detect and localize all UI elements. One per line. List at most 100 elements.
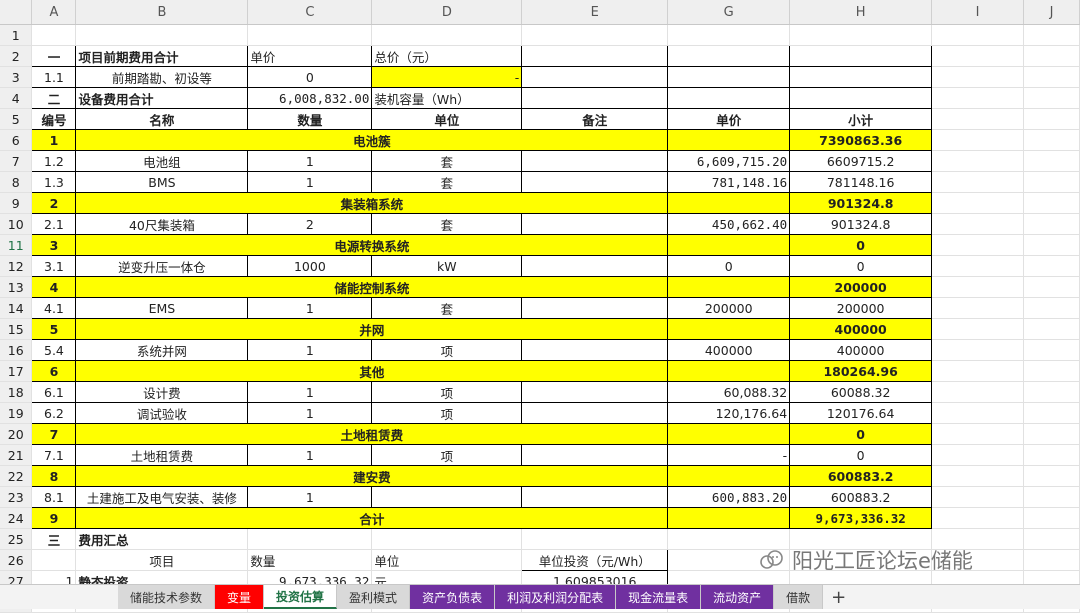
cell[interactable]: 6.2 bbox=[31, 402, 77, 424]
cell[interactable] bbox=[667, 360, 791, 382]
cell[interactable] bbox=[1023, 87, 1080, 109]
row-header-17[interactable]: 17 bbox=[0, 360, 33, 382]
cell[interactable] bbox=[31, 24, 77, 46]
cell[interactable]: 180264.96 bbox=[789, 360, 933, 382]
cell[interactable] bbox=[931, 339, 1024, 361]
cell[interactable]: 60,088.32 bbox=[667, 381, 791, 403]
cell[interactable]: 200000 bbox=[789, 297, 933, 319]
cell[interactable]: 编号 bbox=[31, 108, 77, 130]
cell[interactable] bbox=[1023, 24, 1080, 46]
column-header-j[interactable]: J bbox=[1023, 0, 1080, 25]
cell[interactable]: 调试验收 bbox=[75, 402, 249, 424]
row-header-6[interactable]: 6 bbox=[0, 129, 33, 151]
cell[interactable]: 1.3 bbox=[31, 171, 77, 193]
cell[interactable]: 项目 bbox=[75, 549, 249, 571]
cell[interactable]: 套 bbox=[371, 150, 523, 172]
add-sheet-icon[interactable]: + bbox=[823, 585, 854, 609]
cell[interactable]: 装机容量（Wh） bbox=[371, 87, 523, 109]
cell[interactable]: 单价 bbox=[667, 108, 791, 130]
cell[interactable] bbox=[667, 87, 791, 109]
cell[interactable]: 9,673,336.32 bbox=[789, 507, 933, 529]
row-header-1[interactable]: 1 bbox=[0, 24, 33, 46]
cell[interactable]: 7 bbox=[31, 423, 77, 445]
row-header-22[interactable]: 22 bbox=[0, 465, 33, 487]
cell[interactable]: 备注 bbox=[521, 108, 669, 130]
cell[interactable]: 套 bbox=[371, 297, 523, 319]
cell[interactable] bbox=[1023, 297, 1080, 319]
cell[interactable]: 电池组 bbox=[75, 150, 249, 172]
row-header-11[interactable]: 11 bbox=[0, 234, 33, 256]
cell[interactable]: 前期踏勘、初设等 bbox=[75, 66, 249, 88]
cell[interactable]: 0 bbox=[789, 234, 933, 256]
cell[interactable] bbox=[1023, 423, 1080, 445]
cell[interactable] bbox=[247, 528, 373, 550]
cell[interactable] bbox=[521, 444, 669, 466]
cell[interactable] bbox=[1023, 507, 1080, 529]
cell[interactable]: 数量 bbox=[247, 549, 373, 571]
sheet-tab-5[interactable]: 利润及利润分配表 bbox=[495, 585, 617, 609]
cell[interactable] bbox=[667, 192, 791, 214]
row-header-26[interactable]: 26 bbox=[0, 549, 33, 571]
cell[interactable]: 土地租赁费 bbox=[75, 423, 669, 445]
row-header-23[interactable]: 23 bbox=[0, 486, 33, 508]
cell[interactable]: 总价（元） bbox=[371, 45, 523, 67]
cell[interactable]: 1 bbox=[247, 486, 373, 508]
cell[interactable] bbox=[1023, 255, 1080, 277]
cell[interactable] bbox=[1023, 171, 1080, 193]
cell[interactable] bbox=[521, 255, 669, 277]
cell[interactable]: 电池簇 bbox=[75, 129, 669, 151]
cell[interactable]: 1 bbox=[247, 150, 373, 172]
cell[interactable]: 0 bbox=[247, 66, 373, 88]
cell[interactable] bbox=[31, 549, 77, 571]
cell[interactable]: 储能控制系统 bbox=[75, 276, 669, 298]
cell[interactable] bbox=[931, 213, 1024, 235]
cell[interactable]: 套 bbox=[371, 213, 523, 235]
cell[interactable]: 套 bbox=[371, 171, 523, 193]
cell[interactable]: 电源转换系统 bbox=[75, 234, 669, 256]
row-header-7[interactable]: 7 bbox=[0, 150, 33, 172]
cell[interactable]: 项目前期费用合计 bbox=[75, 45, 249, 67]
cell[interactable] bbox=[1023, 234, 1080, 256]
cell[interactable] bbox=[521, 381, 669, 403]
cell[interactable]: 901324.8 bbox=[789, 192, 933, 214]
cell[interactable] bbox=[931, 150, 1024, 172]
sheet-tab-4[interactable]: 资产负债表 bbox=[410, 585, 496, 609]
cell[interactable]: 1 bbox=[247, 402, 373, 424]
cell[interactable] bbox=[931, 234, 1024, 256]
cell[interactable] bbox=[1023, 465, 1080, 487]
cell[interactable]: 5.4 bbox=[31, 339, 77, 361]
cell[interactable]: 数量 bbox=[247, 108, 373, 130]
cell[interactable]: 3.1 bbox=[31, 255, 77, 277]
cell[interactable] bbox=[521, 45, 669, 67]
cell[interactable]: 单位投资（元/Wh） bbox=[521, 549, 669, 571]
sheet-tab-2[interactable]: 投资估算 bbox=[264, 585, 338, 609]
cell[interactable]: 项 bbox=[371, 339, 523, 361]
cell[interactable]: - bbox=[371, 66, 523, 88]
cell[interactable]: 1 bbox=[247, 339, 373, 361]
cell[interactable]: 400000 bbox=[789, 318, 933, 340]
cell[interactable] bbox=[521, 87, 669, 109]
sheet-tab-3[interactable]: 盈利模式 bbox=[337, 585, 411, 609]
cell[interactable]: 项 bbox=[371, 381, 523, 403]
cell[interactable]: 土建施工及电气安装、装修 bbox=[75, 486, 249, 508]
cell[interactable]: 6,008,832.00 bbox=[247, 87, 373, 109]
cell[interactable] bbox=[667, 318, 791, 340]
cell[interactable]: 7390863.36 bbox=[789, 129, 933, 151]
cell[interactable]: 1 bbox=[31, 129, 77, 151]
cell[interactable]: 901324.8 bbox=[789, 213, 933, 235]
cell[interactable]: 土地租赁费 bbox=[75, 444, 249, 466]
cell[interactable]: kW bbox=[371, 255, 523, 277]
row-header-24[interactable]: 24 bbox=[0, 507, 33, 529]
cell[interactable] bbox=[931, 192, 1024, 214]
cell[interactable]: BMS bbox=[75, 171, 249, 193]
cell[interactable]: 逆变升压一体仓 bbox=[75, 255, 249, 277]
cell[interactable]: 4 bbox=[31, 276, 77, 298]
cell[interactable]: 7.1 bbox=[31, 444, 77, 466]
cell[interactable]: 450,662.40 bbox=[667, 213, 791, 235]
cell[interactable] bbox=[931, 45, 1024, 67]
row-header-10[interactable]: 10 bbox=[0, 213, 33, 235]
cell[interactable] bbox=[931, 360, 1024, 382]
cell[interactable]: 120,176.64 bbox=[667, 402, 791, 424]
cell[interactable] bbox=[931, 66, 1024, 88]
cell[interactable]: EMS bbox=[75, 297, 249, 319]
